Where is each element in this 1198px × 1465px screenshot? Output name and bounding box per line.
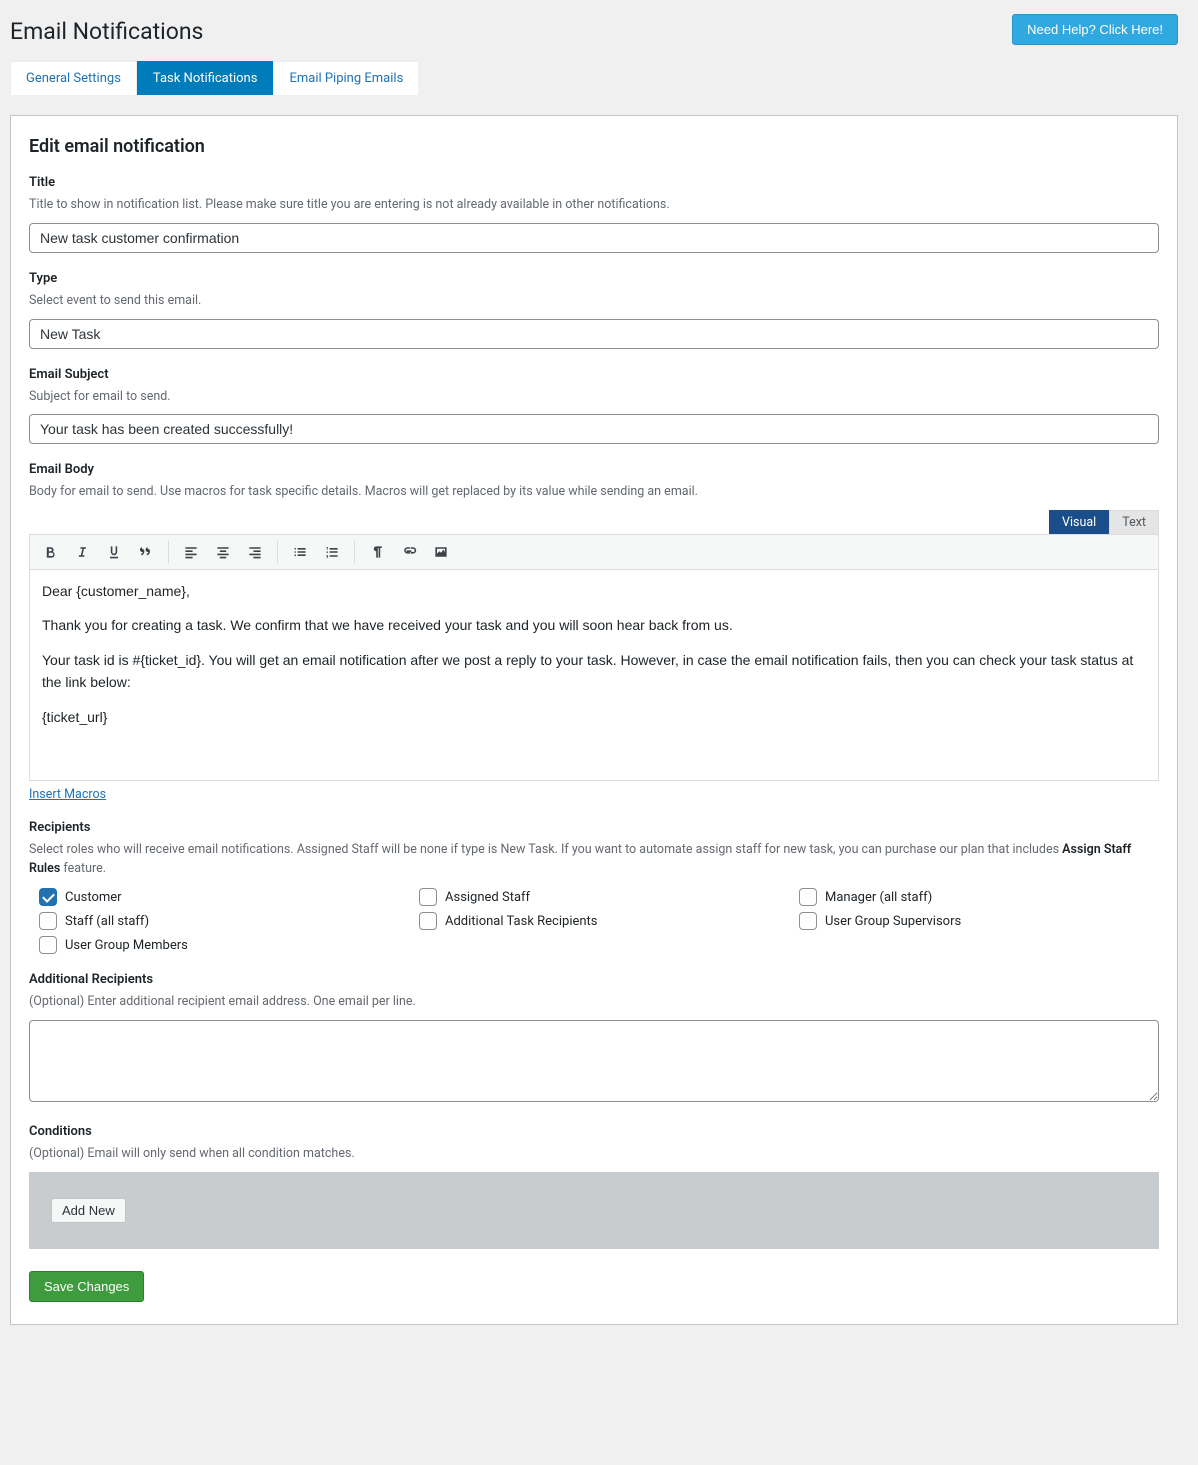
checkbox-label: Staff (all staff) (65, 914, 149, 929)
bold-icon[interactable] (36, 539, 64, 565)
quote-icon[interactable] (132, 539, 160, 565)
editor-p2: Thank you for creating a task. We confir… (42, 614, 1146, 636)
title-input[interactable] (29, 223, 1159, 253)
checkbox-customer[interactable] (39, 888, 57, 906)
bullet-list-icon[interactable] (286, 539, 314, 565)
checkbox-user-group-members[interactable] (39, 936, 57, 954)
checkbox-manager[interactable] (799, 888, 817, 906)
add-new-condition-button[interactable]: Add New (51, 1198, 126, 1223)
image-icon[interactable] (427, 539, 455, 565)
editor-content[interactable]: Dear {customer_name}, Thank you for crea… (30, 570, 1158, 780)
tabs: General Settings Task Notifications Emai… (10, 61, 1178, 95)
tab-general-settings[interactable]: General Settings (10, 61, 137, 95)
checkbox-additional-recipients[interactable] (419, 912, 437, 930)
checkbox-assigned-staff[interactable] (419, 888, 437, 906)
link-icon[interactable] (395, 539, 423, 565)
additional-recipients-textarea[interactable] (29, 1020, 1159, 1102)
checkbox-label: Assigned Staff (445, 890, 530, 905)
checkbox-label: User Group Supervisors (825, 914, 961, 929)
insert-macros-link[interactable]: Insert Macros (29, 787, 106, 802)
align-center-icon[interactable] (209, 539, 237, 565)
tab-task-notifications[interactable]: Task Notifications (137, 61, 274, 95)
type-hint: Select event to send this email. (29, 292, 1159, 311)
editor-p3: Your task id is #{ticket_id}. You will g… (42, 649, 1146, 694)
edit-panel: Edit email notification Title Title to s… (10, 115, 1178, 1325)
editor-tab-text[interactable]: Text (1109, 510, 1159, 534)
recipients-hint: Select roles who will receive email noti… (29, 841, 1159, 879)
subject-input[interactable] (29, 414, 1159, 444)
type-label: Type (29, 271, 1159, 286)
checkbox-label: Manager (all staff) (825, 890, 932, 905)
body-label: Email Body (29, 462, 1159, 477)
checkbox-label: Customer (65, 890, 122, 905)
checkbox-user-group-supervisors[interactable] (799, 912, 817, 930)
checkbox-label: User Group Members (65, 938, 188, 953)
conditions-hint: (Optional) Email will only send when all… (29, 1145, 1159, 1164)
save-changes-button[interactable]: Save Changes (29, 1271, 144, 1302)
additional-hint: (Optional) Enter additional recipient em… (29, 993, 1159, 1012)
type-select[interactable] (29, 319, 1159, 349)
editor: Dear {customer_name}, Thank you for crea… (29, 534, 1159, 781)
checkbox-staff-all[interactable] (39, 912, 57, 930)
title-hint: Title to show in notification list. Plea… (29, 196, 1159, 215)
align-left-icon[interactable] (177, 539, 205, 565)
title-label: Title (29, 175, 1159, 190)
body-hint: Body for email to send. Use macros for t… (29, 483, 1159, 502)
recipients-grid: Customer Assigned Staff Manager (all sta… (29, 888, 1159, 954)
section-title: Edit email notification (29, 136, 1159, 157)
editor-toolbar (30, 535, 1158, 570)
italic-icon[interactable] (68, 539, 96, 565)
conditions-box: Add New (29, 1172, 1159, 1249)
align-right-icon[interactable] (241, 539, 269, 565)
additional-label: Additional Recipients (29, 972, 1159, 987)
subject-label: Email Subject (29, 367, 1159, 382)
subject-hint: Subject for email to send. (29, 388, 1159, 407)
underline-icon[interactable] (100, 539, 128, 565)
editor-p1: Dear {customer_name}, (42, 580, 1146, 602)
tab-email-piping[interactable]: Email Piping Emails (273, 61, 419, 95)
help-button[interactable]: Need Help? Click Here! (1012, 14, 1178, 45)
editor-tab-visual[interactable]: Visual (1049, 510, 1109, 534)
editor-p4: {ticket_url} (42, 706, 1146, 728)
page-title: Email Notifications (10, 10, 203, 49)
recipients-label: Recipients (29, 820, 1159, 835)
conditions-label: Conditions (29, 1124, 1159, 1139)
paragraph-icon[interactable] (363, 539, 391, 565)
numbered-list-icon[interactable] (318, 539, 346, 565)
checkbox-label: Additional Task Recipients (445, 914, 598, 929)
